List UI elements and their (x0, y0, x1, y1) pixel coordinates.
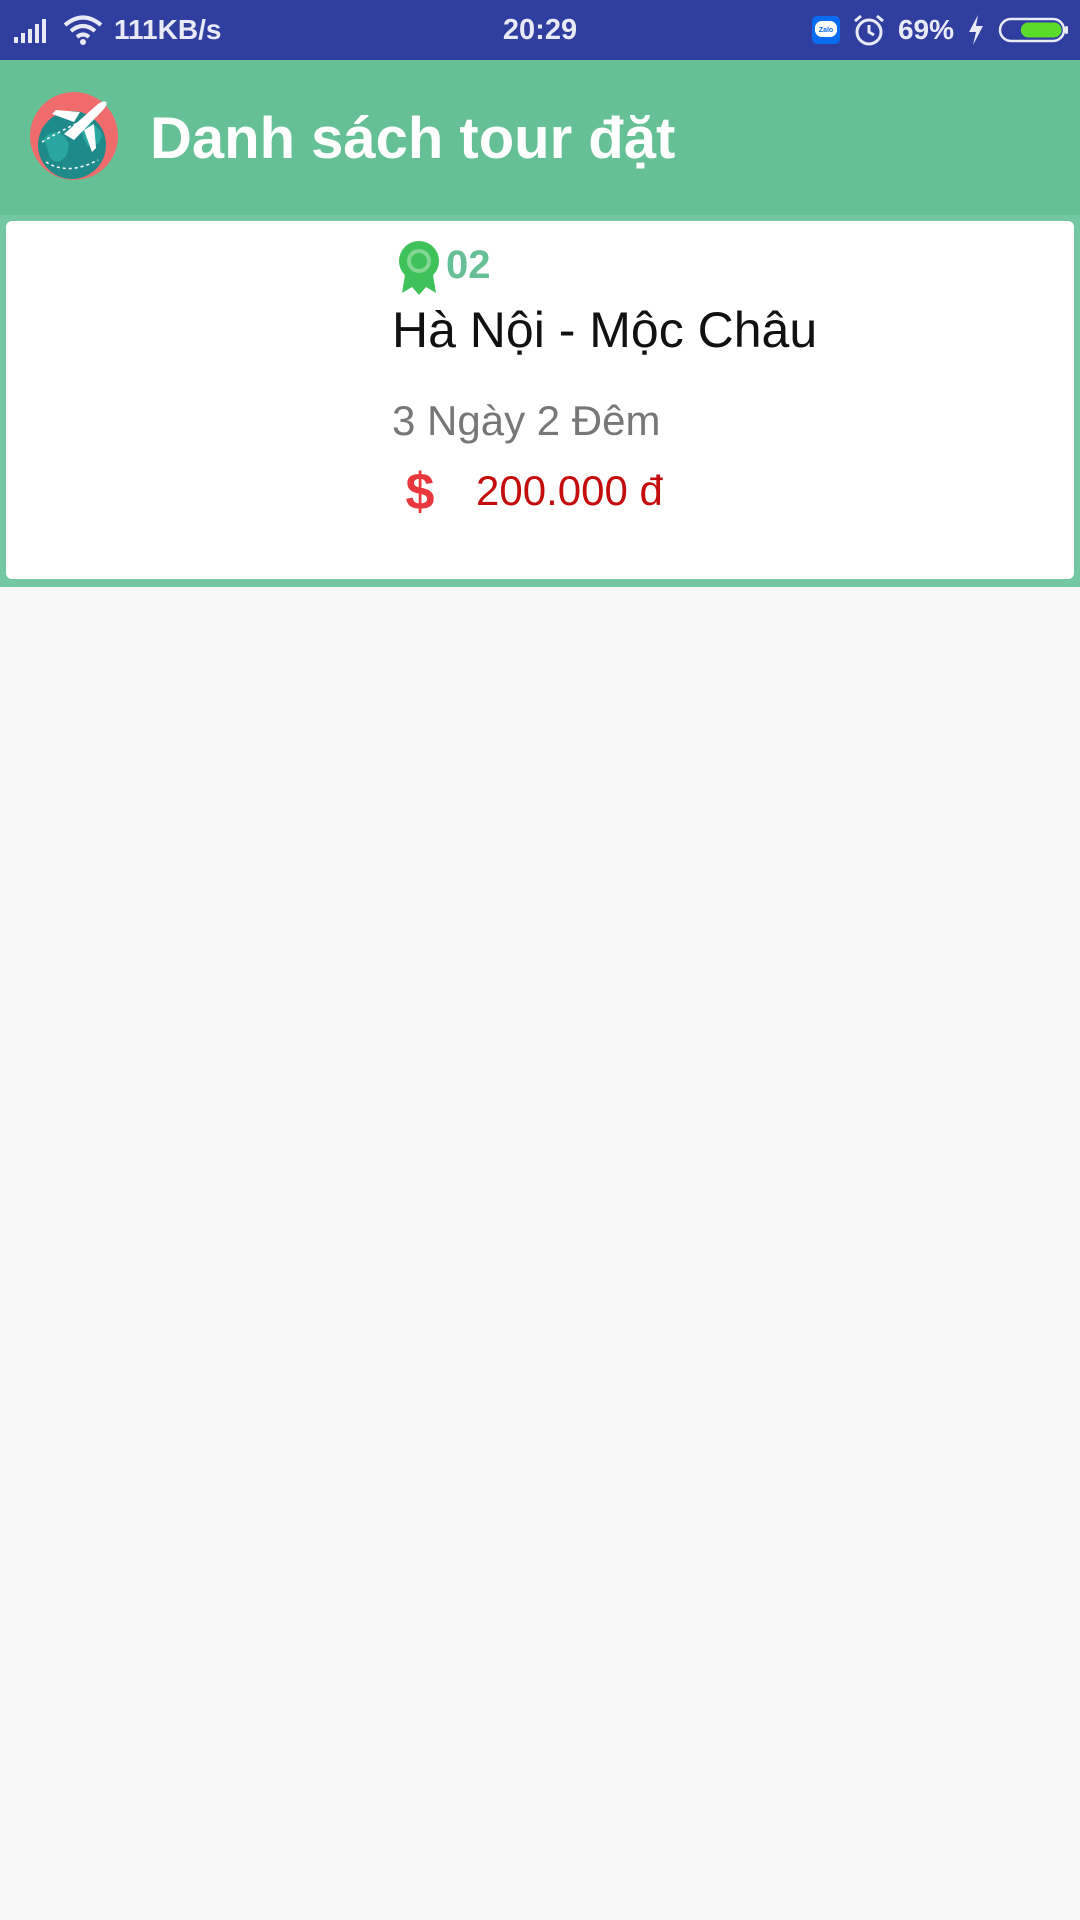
tour-duration: 3 Ngày 2 Đêm (392, 397, 661, 444)
tour-name: Hà Nội - Mộc Châu (392, 302, 818, 358)
dollar-icon: $ (406, 463, 435, 517)
award-ribbon-icon (399, 241, 439, 295)
globe-plane-icon (30, 92, 118, 180)
network-speed: 111KB/s (114, 14, 222, 45)
booking-code: 02 (446, 243, 491, 287)
page-title: Danh sách tour đặt (150, 106, 676, 171)
tour-thumbnail (26, 241, 366, 561)
zalo-label: Zalo (819, 27, 833, 34)
battery-icon (998, 17, 1068, 43)
signal-icon (14, 19, 46, 43)
battery-percent: 69% (897, 14, 954, 45)
tour-price: 200.000 đ (476, 467, 663, 514)
charging-icon (969, 15, 983, 45)
svg-text:$: $ (406, 463, 435, 517)
status-time: 20:29 (502, 13, 578, 46)
app-bar: Danh sách tour đặt (0, 60, 1080, 215)
status-left: 111KB/s (12, 0, 221, 60)
status-right: Zalo 69% (811, 0, 1070, 60)
alarm-icon (853, 14, 884, 46)
status-bar: 111KB/s 20:29 Zalo 69% (0, 0, 1080, 60)
booking-card[interactable]: 02 Hà Nội - Mộc Châu 3 Ngày 2 Đêm $ 200.… (6, 221, 1074, 579)
wifi-icon (63, 15, 103, 45)
zalo-icon: Zalo (811, 16, 840, 44)
